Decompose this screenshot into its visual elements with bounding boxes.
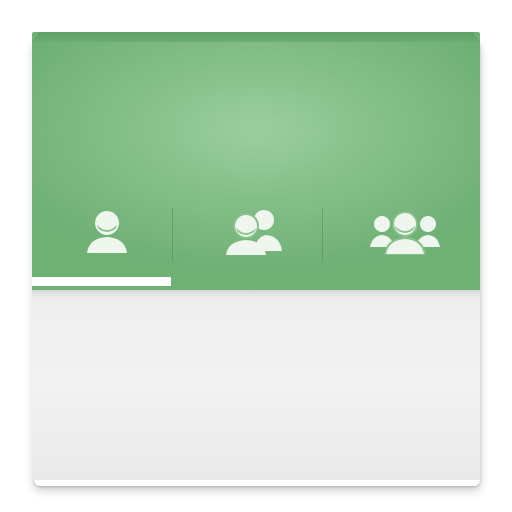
content-area — [32, 290, 480, 480]
tab-two-people[interactable] — [181, 197, 330, 265]
selected-tab-indicator — [32, 277, 171, 286]
tab-person[interactable] — [32, 197, 181, 265]
two-people-icon — [225, 210, 282, 255]
icon-tile — [32, 32, 480, 480]
person-icon — [86, 211, 127, 253]
tab-divider — [322, 208, 323, 262]
tab-group[interactable] — [331, 197, 480, 265]
group-icon — [370, 211, 441, 255]
app-icon — [0, 0, 512, 512]
tab-bar — [32, 197, 480, 265]
top-bevel — [32, 32, 480, 42]
tab-divider — [172, 208, 173, 262]
header-shadow — [32, 290, 480, 298]
